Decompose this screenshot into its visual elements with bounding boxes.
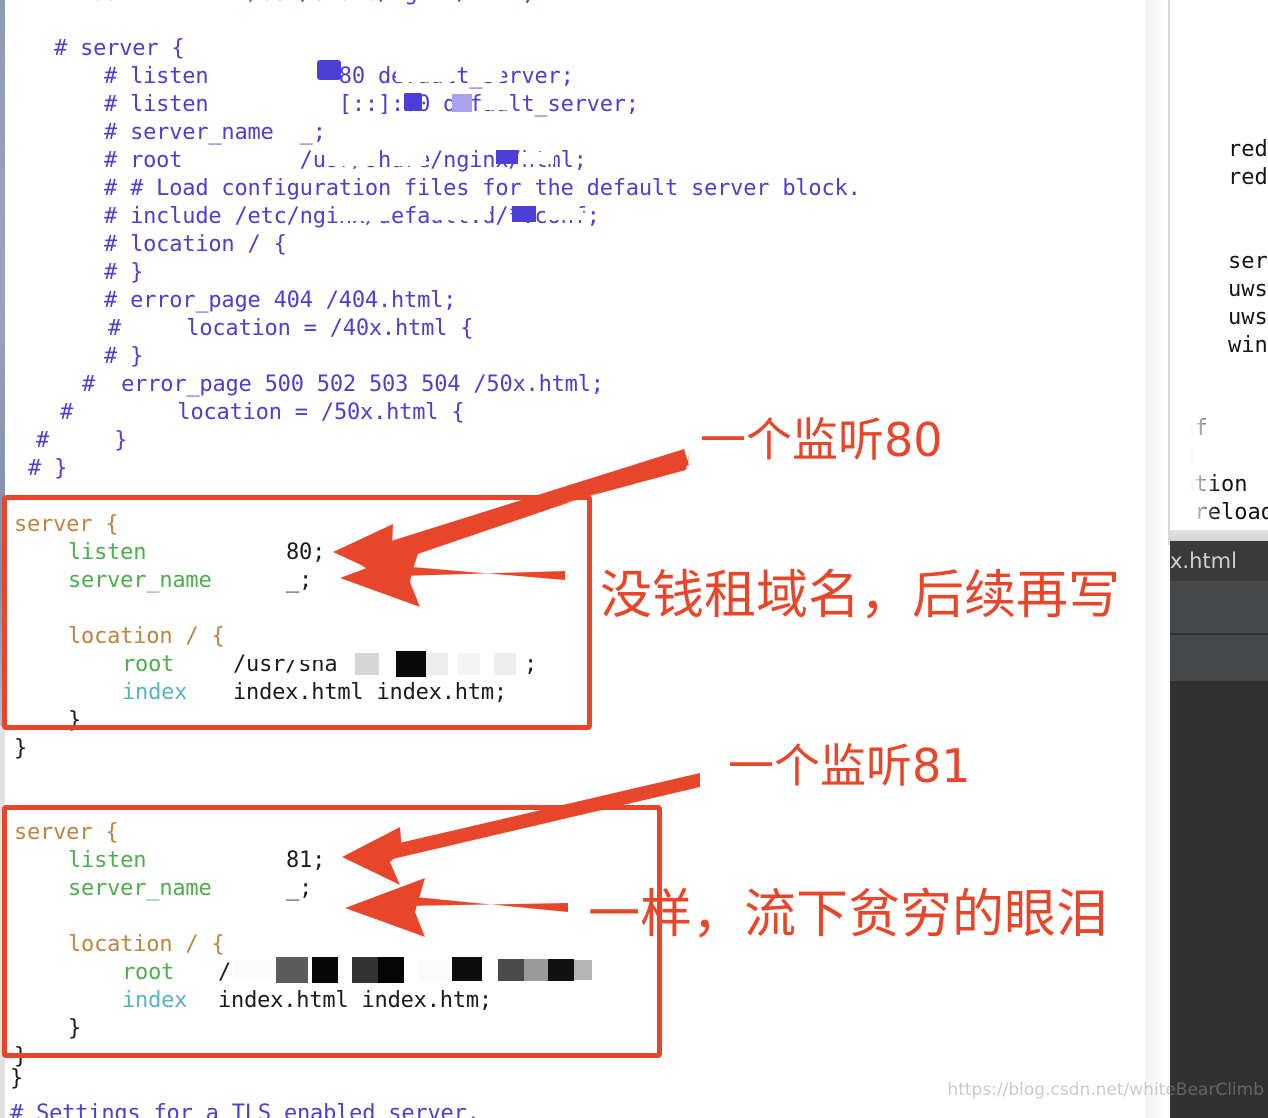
right-code-line: uws — [1228, 277, 1268, 302]
code-editor-pane[interactable]: # root /usr/share/nginx/html; # server {… — [0, 0, 1146, 1118]
annotation-note-listen-81: 一个监听81 — [728, 739, 971, 793]
watermark-url: https://blog.csdn.net/whiteBearClimb — [947, 1080, 1264, 1100]
redaction-block — [317, 60, 341, 80]
redaction-block — [340, 205, 390, 221]
redaction-block — [396, 64, 452, 82]
code-line-comment: # # Load configuration files for the def… — [104, 176, 861, 201]
code-line-clipped: # root /usr/share/nginx/html; — [0, 0, 535, 6]
redaction-block — [404, 93, 422, 111]
code-line-comment: # server { — [54, 36, 185, 61]
right-side-panel[interactable]: red red ser uws uws win onf ad ration re… — [1146, 0, 1268, 1118]
terminal-row-upper — [1170, 581, 1268, 635]
clipped-top-code-line: # root /usr/share/nginx/html; — [0, 0, 1146, 6]
highlight-box-server-80 — [2, 495, 592, 730]
code-line-comment: # location / { — [104, 232, 287, 257]
redaction-block — [392, 148, 426, 166]
code-line-comment: # error_page 500 502 503 504 /50x.html; — [82, 372, 604, 397]
redaction-block — [430, 206, 490, 220]
code-tls-comment: # Settings for a TLS enabled server. — [10, 1101, 480, 1118]
annotation-note-tears: 一样，流下贫穷的眼泪 — [588, 885, 1109, 945]
right-code-line: ser — [1228, 249, 1268, 274]
code-line-comment: # location = /50x.html { — [60, 400, 465, 425]
code-trailing-brace: } — [10, 1066, 24, 1091]
right-code-line: red — [1228, 137, 1268, 162]
right-code-line: win — [1228, 333, 1268, 358]
panel-seam — [1146, 0, 1168, 1118]
code-line-comment: # } — [28, 456, 68, 481]
redaction-block — [481, 96, 507, 110]
code-server-close-80: } — [14, 736, 28, 761]
terminal-row-lower — [1170, 635, 1268, 681]
code-line-comment: # } — [104, 260, 144, 285]
right-overflow-line: ad — [1170, 444, 1195, 469]
annotation-note-listen-80: 一个监听80 — [700, 413, 943, 467]
redaction-block — [470, 64, 502, 82]
redaction-block — [496, 150, 518, 164]
right-overflow-line: onf — [1170, 416, 1208, 441]
redaction-block — [328, 148, 376, 166]
code-line-comment: # listen [::]:80 default_server; — [104, 92, 639, 117]
right-overflow-line: reload — [1170, 500, 1268, 525]
terminal-body[interactable] — [1170, 681, 1268, 1118]
redaction-block — [545, 208, 583, 220]
code-line-comment: # location = /40x.html { — [108, 316, 474, 341]
right-code-line: red — [1228, 165, 1268, 190]
right-code-line: uws — [1228, 305, 1268, 330]
redaction-block — [512, 206, 536, 222]
redaction-block — [452, 94, 472, 112]
code-line-comment: # } — [36, 428, 128, 453]
terminal-tab-label[interactable]: x.html — [1170, 541, 1268, 581]
code-line-comment: # error_page 404 /404.html; — [104, 288, 457, 313]
redaction-block — [520, 152, 554, 164]
annotation-note-no-money: 没钱租域名，后续再写 — [600, 566, 1121, 626]
right-code-fragment: red red ser uws uws win onf ad ration re… — [1170, 0, 1268, 545]
right-overflow-line: ration — [1170, 472, 1248, 497]
highlight-box-server-81 — [2, 805, 662, 1058]
code-line-comment: # } — [104, 344, 144, 369]
code-line-comment: # server_name _; — [104, 120, 326, 145]
